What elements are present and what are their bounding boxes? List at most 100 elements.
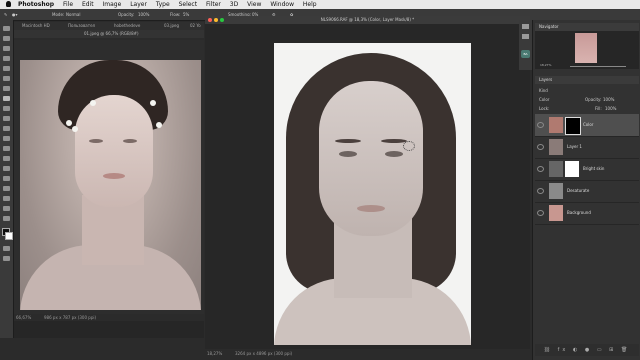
layer-thumbnail[interactable] — [549, 139, 563, 155]
layer-name[interactable]: Color — [583, 122, 593, 127]
layer-row-color[interactable]: Color — [535, 114, 639, 137]
layer-name[interactable]: Desaturate — [567, 188, 589, 193]
layer-row-background[interactable]: Background — [535, 202, 639, 225]
layer-name[interactable]: Bright skin — [583, 166, 604, 171]
navigator-thumbnail[interactable] — [575, 33, 597, 63]
lasso-tool-icon[interactable] — [3, 46, 10, 51]
quick-select-tool-icon[interactable] — [3, 56, 10, 61]
layers-footer-icons[interactable]: ⛓ fx ◐ ● ▭ ⊞ 🗑 — [544, 347, 631, 353]
layer-mask-thumbnail[interactable] — [565, 117, 581, 135]
brush-tool-icon[interactable] — [3, 96, 10, 101]
close-window-icon[interactable] — [208, 18, 212, 22]
eraser-tool-icon[interactable] — [3, 126, 10, 131]
menu-3d[interactable]: 3D — [230, 0, 238, 9]
mode-label: Mode: — [52, 12, 65, 17]
brush-tool-icon[interactable]: ✎ — [4, 9, 7, 20]
doc1-title-bar[interactable]: 01.jpeg @ 66,7% (RGB/8#) — [14, 30, 204, 38]
layer-row-layer1[interactable]: Layer 1 — [535, 136, 639, 159]
zoom-window-icon[interactable] — [220, 18, 224, 22]
menu-window[interactable]: Window — [270, 0, 294, 9]
healing-tool-icon[interactable] — [3, 86, 10, 91]
layer-opacity-value[interactable]: 100% — [603, 95, 614, 104]
layer-row-bright-skin[interactable]: Bright skin — [535, 158, 639, 181]
gradient-tool-icon[interactable] — [3, 136, 10, 141]
marquee-tool-icon[interactable] — [3, 36, 10, 41]
adjustment-layer-icon[interactable] — [549, 161, 563, 177]
layer-thumbnail[interactable] — [549, 183, 563, 199]
crop-tool-icon[interactable] — [3, 66, 10, 71]
history-brush-tool-icon[interactable] — [3, 116, 10, 121]
apple-menu-icon[interactable] — [6, 1, 11, 7]
eyedropper-tool-icon[interactable] — [3, 76, 10, 81]
menu-select[interactable]: Select — [179, 0, 198, 9]
visibility-eye-icon[interactable] — [537, 144, 544, 150]
blend-mode-select[interactable]: Color — [539, 95, 549, 104]
menu-layer[interactable]: Layer — [130, 0, 147, 9]
menu-image[interactable]: Image — [102, 0, 121, 9]
navigator-zoom[interactable]: 18,27% — [540, 63, 551, 67]
fill-value[interactable]: 100% — [605, 104, 616, 113]
doc2-title-bar[interactable]: NLS9066.RAF @ 18,3% (Color, Layer Mask/8… — [205, 16, 530, 24]
flower-decoration — [150, 100, 156, 106]
quick-mask-icon[interactable] — [3, 246, 10, 251]
menu-type[interactable]: Type — [156, 0, 170, 9]
app-menu[interactable]: Photoshop — [18, 0, 54, 9]
dodge-tool-icon[interactable] — [3, 156, 10, 161]
visibility-eye-icon[interactable] — [537, 188, 544, 194]
visibility-eye-icon[interactable] — [537, 210, 544, 216]
tab-02[interactable]: 02 Yo — [190, 22, 201, 30]
screen-mode-icon[interactable] — [3, 256, 10, 261]
timeline-panel — [14, 321, 204, 338]
navigator-zoom-slider[interactable] — [570, 66, 626, 67]
blur-tool-icon[interactable] — [3, 146, 10, 151]
opacity-value[interactable]: 100% — [138, 9, 149, 20]
left-eyebrow — [335, 139, 361, 143]
layer-mask-thumbnail[interactable] — [565, 161, 579, 177]
menu-edit[interactable]: Edit — [82, 0, 94, 9]
layer-name[interactable]: Background — [567, 210, 591, 215]
doc1-zoom[interactable]: 66,67% — [16, 314, 31, 321]
properties-panel-icon[interactable] — [522, 34, 529, 39]
type-tool-icon[interactable] — [3, 176, 10, 181]
hand-tool-icon[interactable] — [3, 206, 10, 211]
layer-name[interactable]: Layer 1 — [567, 144, 582, 149]
layer-thumbnail[interactable] — [549, 117, 563, 133]
plugin-panel-icon[interactable]: BA — [521, 50, 530, 58]
history-panel-icon[interactable] — [522, 24, 529, 29]
visibility-eye-icon[interactable] — [537, 122, 544, 128]
shape-tool-icon[interactable] — [3, 196, 10, 201]
layers-filter-kind[interactable]: Kind — [539, 86, 548, 95]
visibility-eye-icon[interactable] — [537, 166, 544, 172]
tab-user[interactable]: Пользовател — [68, 22, 95, 30]
menu-view[interactable]: View — [247, 0, 261, 9]
menu-file[interactable]: File — [63, 0, 73, 9]
tab-03-jpeg[interactable]: 03.jpeg — [164, 22, 179, 30]
tab-hobethedeve[interactable]: hobethedeve — [114, 22, 140, 30]
pen-tool-icon[interactable] — [3, 166, 10, 171]
background-color-swatch[interactable] — [5, 232, 13, 240]
layers-blend-row: Color Opacity: 100% — [535, 95, 639, 104]
right-eye — [123, 139, 137, 143]
layer-row-desaturate[interactable]: Desaturate — [535, 180, 639, 203]
layers-title[interactable]: Layers — [539, 76, 552, 84]
tab-macintosh-hd[interactable]: Macintosh HD — [22, 22, 50, 30]
brush-preset-picker[interactable]: ●▾ — [12, 9, 18, 20]
brush-cursor — [403, 141, 415, 151]
mode-select[interactable]: Normal — [66, 9, 80, 20]
clone-stamp-tool-icon[interactable] — [3, 106, 10, 111]
portrait-man-image[interactable] — [20, 60, 201, 310]
move-tool-icon[interactable] — [3, 26, 10, 31]
portrait-woman-image[interactable] — [274, 43, 471, 345]
menu-filter[interactable]: Filter — [206, 0, 221, 9]
minimize-window-icon[interactable] — [214, 18, 218, 22]
flow-value[interactable]: 5% — [183, 9, 189, 20]
doc2-zoom[interactable]: 18,27% — [207, 349, 222, 358]
layers-footer-toolbar[interactable]: ⛓ fx ◐ ● ▭ ⊞ 🗑 — [535, 344, 639, 356]
navigator-title[interactable]: Navigator — [539, 23, 559, 31]
navigator-zoom-row: 18,27% — [540, 63, 636, 68]
menu-help[interactable]: Help — [303, 0, 317, 9]
path-select-tool-icon[interactable] — [3, 186, 10, 191]
layer-thumbnail[interactable] — [549, 205, 563, 221]
zoom-tool-icon[interactable] — [3, 216, 10, 221]
opacity-label: Opacity: — [118, 12, 135, 17]
